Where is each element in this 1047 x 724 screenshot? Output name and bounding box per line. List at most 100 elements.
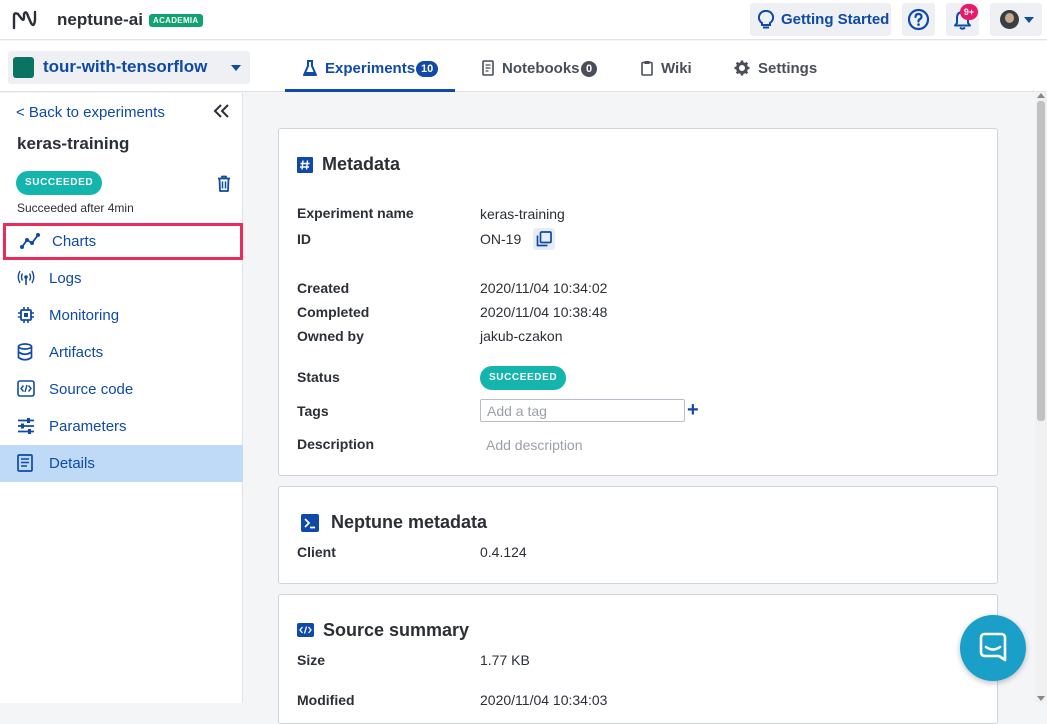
chat-icon xyxy=(979,632,1007,662)
tab-label: Settings xyxy=(758,60,818,77)
tab-settings[interactable]: Settings xyxy=(733,51,823,87)
gear-icon xyxy=(734,60,750,76)
id-label: ID xyxy=(297,231,311,247)
notebook-icon xyxy=(482,60,494,76)
experiment-sidebar: < Back to experiments keras-training SUC… xyxy=(0,93,243,703)
created-value: 2020/11/04 10:34:02 xyxy=(480,280,608,296)
flask-icon xyxy=(303,60,317,76)
chip-icon xyxy=(18,307,34,323)
scrollbar-thumb[interactable] xyxy=(1037,101,1045,421)
scroll-up-icon[interactable] xyxy=(1037,93,1045,98)
owner-value: jakub-czakon xyxy=(480,328,563,344)
completed-label: Completed xyxy=(297,304,370,320)
tab-label: Notebooks xyxy=(502,60,580,77)
neptune-metadata-card: Neptune metadata Client 0.4.124 xyxy=(278,486,998,584)
chat-support-button[interactable] xyxy=(960,615,1026,681)
sidebar-item-details[interactable]: Details xyxy=(0,445,243,482)
trash-icon[interactable] xyxy=(217,175,231,192)
tab-experiments[interactable]: Experiments 10 xyxy=(285,51,455,92)
neptune-logo-icon[interactable] xyxy=(11,8,41,32)
getting-started-label: Getting Started xyxy=(781,11,890,28)
antenna-icon xyxy=(17,270,35,285)
getting-started-button[interactable]: Getting Started xyxy=(750,3,891,36)
sidebar-item-source-code[interactable]: Source code xyxy=(0,371,243,408)
created-label: Created xyxy=(297,280,350,296)
tab-label: Wiki xyxy=(661,60,692,77)
help-icon xyxy=(907,8,930,31)
source-summary-card: Source summary Size 1.77 KB Modified 202… xyxy=(278,594,998,724)
status-badge: SUCCEEDED xyxy=(16,171,103,195)
chevron-down-icon xyxy=(231,65,241,71)
notification-count-badge: 9+ xyxy=(960,4,978,20)
clipboard-icon xyxy=(641,61,653,76)
tab-wiki[interactable]: Wiki xyxy=(640,51,700,87)
document-icon xyxy=(17,454,33,472)
owner-label: Owned by xyxy=(297,328,364,344)
code-icon xyxy=(17,380,35,397)
client-label: Client xyxy=(297,544,336,560)
neptune-metadata-title: Neptune metadata xyxy=(331,512,488,532)
avatar xyxy=(1000,10,1019,29)
sidebar-item-logs[interactable]: Logs xyxy=(0,260,243,297)
size-label: Size xyxy=(297,652,326,668)
project-color-icon xyxy=(13,57,34,78)
sidebar-item-charts[interactable]: Charts xyxy=(3,223,243,260)
sidebar-item-label: Source code xyxy=(49,381,134,398)
experiments-count-badge: 10 xyxy=(416,61,439,77)
sidebar-item-monitoring[interactable]: Monitoring xyxy=(0,297,243,334)
scrollbar[interactable] xyxy=(1035,93,1047,703)
database-icon xyxy=(17,343,33,361)
id-value: ON-19 xyxy=(480,231,522,247)
sidebar-item-label: Charts xyxy=(52,233,97,250)
status-label: Status xyxy=(297,369,340,385)
user-menu-button[interactable] xyxy=(990,3,1042,36)
scroll-down-icon[interactable] xyxy=(1037,696,1045,701)
tab-label: Experiments xyxy=(325,60,416,77)
sidebar-item-label: Details xyxy=(49,455,95,472)
tags-label: Tags xyxy=(297,403,329,419)
plan-badge: ACADEMIA xyxy=(149,14,203,27)
sidebar-item-parameters[interactable]: Parameters xyxy=(0,408,243,445)
terminal-icon xyxy=(301,514,319,532)
description-field[interactable]: Add description xyxy=(486,437,583,453)
status-detail: Succeeded after 4min xyxy=(17,201,134,215)
description-label: Description xyxy=(297,436,375,452)
client-value: 0.4.124 xyxy=(480,544,527,560)
metadata-card: Metadata Experiment name keras-training … xyxy=(278,128,998,476)
top-bar: neptune-ai ACADEMIA Getting Started 9+ xyxy=(0,0,1047,40)
sidebar-item-label: Monitoring xyxy=(49,307,120,324)
add-tag-button[interactable]: + xyxy=(687,399,699,421)
project-bar: tour-with-tensorflow Experiments 10 Note… xyxy=(0,41,1047,92)
tab-notebooks[interactable]: Notebooks 0 xyxy=(480,51,605,87)
lightbulb-icon xyxy=(758,10,774,29)
modified-label: Modified xyxy=(297,692,355,708)
tag-input[interactable] xyxy=(480,399,685,422)
modified-value: 2020/11/04 10:34:03 xyxy=(480,692,608,708)
back-to-experiments-link[interactable]: < Back to experiments xyxy=(16,104,165,121)
status-badge: SUCCEEDED xyxy=(480,366,567,390)
help-button[interactable] xyxy=(902,3,935,36)
brand-name[interactable]: neptune-ai xyxy=(57,10,143,30)
sidebar-item-artifacts[interactable]: Artifacts xyxy=(0,334,243,371)
size-value: 1.77 KB xyxy=(480,652,530,668)
hash-icon xyxy=(297,157,313,173)
sidebar-item-label: Logs xyxy=(49,270,82,287)
chart-line-icon xyxy=(20,233,40,249)
source-summary-title: Source summary xyxy=(323,620,470,640)
metadata-title: Metadata xyxy=(322,154,401,174)
sidebar-item-label: Parameters xyxy=(49,418,127,435)
sliders-icon xyxy=(18,418,34,434)
notebooks-count-badge: 0 xyxy=(581,61,598,77)
project-selector[interactable]: tour-with-tensorflow xyxy=(8,51,250,84)
chevron-down-icon xyxy=(1024,17,1034,23)
sidebar-item-label: Artifacts xyxy=(49,344,104,361)
copy-id-button[interactable] xyxy=(533,228,555,250)
copy-icon xyxy=(536,231,552,247)
experiment-title: keras-training xyxy=(17,134,130,153)
project-name: tour-with-tensorflow xyxy=(43,57,208,76)
experiment-name-value: keras-training xyxy=(480,206,565,222)
experiment-name-label: Experiment name xyxy=(297,205,414,221)
collapse-sidebar-icon[interactable] xyxy=(212,103,232,119)
completed-value: 2020/11/04 10:38:48 xyxy=(480,304,608,320)
code-icon xyxy=(297,623,314,637)
